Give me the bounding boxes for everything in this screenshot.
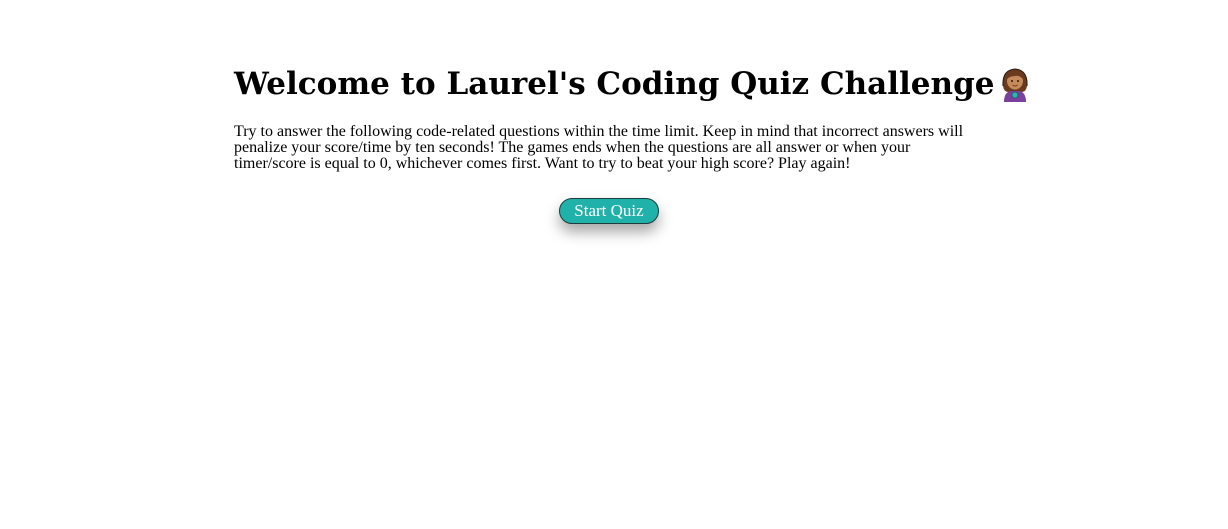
start-button-wrapper: Start Quiz xyxy=(234,198,984,224)
woman-genie-icon xyxy=(1002,68,1028,102)
intro-paragraph: Try to answer the following code-related… xyxy=(234,123,964,172)
page-title-text: Welcome to Laurel's Coding Quiz Challeng… xyxy=(234,66,995,102)
quiz-intro-panel: Welcome to Laurel's Coding Quiz Challeng… xyxy=(234,62,1028,224)
page-title: Welcome to Laurel's Coding Quiz Challeng… xyxy=(234,62,1028,106)
start-quiz-button[interactable]: Start Quiz xyxy=(559,198,659,224)
